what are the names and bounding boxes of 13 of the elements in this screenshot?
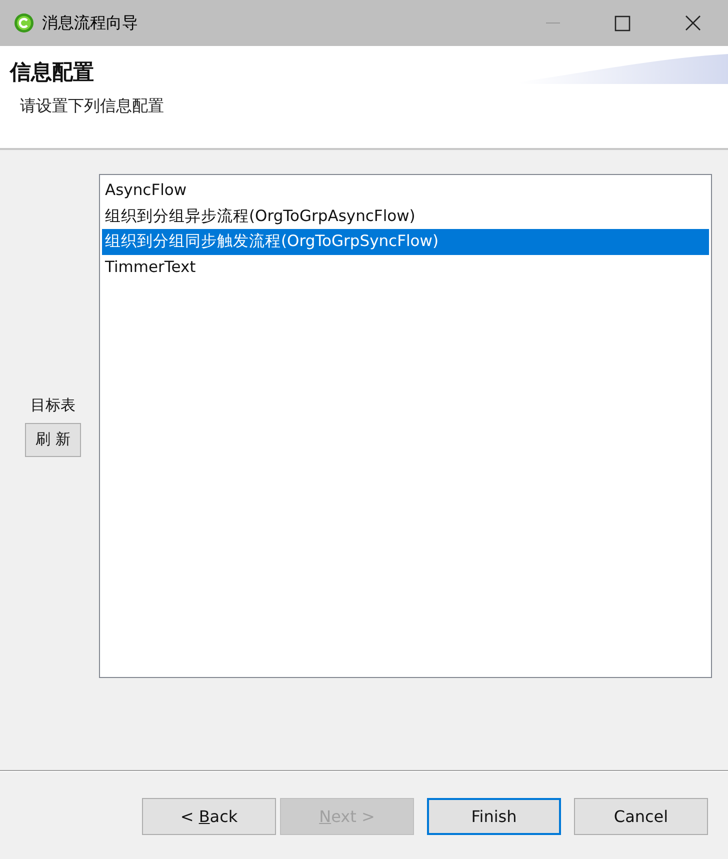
back-button[interactable]: < Back	[142, 798, 276, 835]
cancel-button[interactable]: Cancel	[574, 798, 708, 835]
finish-button[interactable]: Finish	[427, 798, 561, 835]
list-item[interactable]: TimmerText	[102, 254, 709, 280]
list-item[interactable]: 组织到分组异步流程(OrgToGrpAsyncFlow)	[102, 204, 709, 229]
list-item[interactable]: 组织到分组同步触发流程(OrgToGrpSyncFlow)	[102, 229, 709, 254]
page-subtitle: 请设置下列信息配置	[20, 96, 165, 117]
page-title: 信息配置	[10, 59, 94, 86]
window-title: 消息流程向导	[42, 12, 139, 34]
refresh-button[interactable]: 刷 新	[25, 422, 81, 456]
list-item[interactable]: AsyncFlow	[102, 178, 709, 204]
target-table-label: 目标表	[30, 396, 76, 414]
app-icon	[14, 13, 34, 33]
